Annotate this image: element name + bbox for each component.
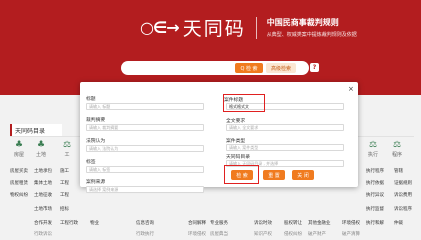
tag-field[interactable]: 请输入 标签 bbox=[86, 166, 204, 173]
search-button[interactable]: Q 检 索 bbox=[235, 63, 263, 73]
catalog-item[interactable]: 工程 bbox=[60, 192, 69, 198]
catalog-item[interactable]: 合同解释 bbox=[188, 220, 206, 226]
catalog-item[interactable]: 专业服务 bbox=[210, 220, 228, 226]
catalog-item[interactable]: 房屋租赁 bbox=[10, 180, 28, 186]
catalog-item[interactable]: 房屋买卖 bbox=[10, 168, 28, 174]
catalog-item[interactable]: 集体土地 bbox=[34, 180, 52, 186]
catalog-item[interactable]: 执行监督 bbox=[366, 206, 384, 212]
catalog-item[interactable]: 执行依据 bbox=[366, 180, 384, 186]
catalog-item[interactable]: 招标 bbox=[60, 206, 69, 212]
logo-mark-icon: ○∈→ bbox=[140, 18, 180, 37]
close-icon[interactable]: × bbox=[348, 85, 354, 93]
case-source-label: 案例来源 bbox=[86, 180, 106, 185]
category-execution[interactable]: ⚖ 执行 bbox=[362, 140, 384, 158]
category-label: 执行 bbox=[367, 152, 378, 158]
catalog-item[interactable]: 管辖 bbox=[394, 168, 403, 174]
catalog-item[interactable]: 物权纠纷 bbox=[10, 192, 28, 198]
catalog-item[interactable]: 破产清算 bbox=[342, 231, 360, 237]
catalog-item[interactable]: 土地承包 bbox=[34, 168, 52, 174]
execution-category-icon: ⚖ bbox=[368, 140, 378, 150]
site-logo[interactable]: ○∈→ 天同码 中国民商事裁判规则 从典型、权威类案中提炼裁判规则及依据 bbox=[140, 14, 357, 41]
catalog-item[interactable]: 执行异议 bbox=[366, 192, 384, 198]
highlight-box bbox=[223, 94, 265, 112]
catalog-item[interactable]: 土地市场 bbox=[34, 206, 52, 212]
catalog-item[interactable]: 诉讼程序 bbox=[394, 206, 412, 212]
catalog-item[interactable]: 环境侵权 bbox=[188, 231, 206, 237]
catalog-item[interactable]: 知识产权 bbox=[254, 231, 272, 237]
catalog-tab[interactable]: 天同码目录 bbox=[10, 124, 62, 136]
summary-label: 裁判摘要 bbox=[86, 118, 106, 123]
category-label: 程序 bbox=[391, 152, 402, 158]
full-text-label: 全文要求 bbox=[226, 119, 246, 124]
construction-category-icon: ⚖ bbox=[62, 140, 72, 150]
procedure-category-icon: ⚖ bbox=[392, 140, 402, 150]
title-label: 标题 bbox=[86, 97, 96, 102]
hero-banner: ○∈→ 天同码 中国民商事裁判规则 从典型、权威类案中提炼裁判规则及依据 bbox=[0, 0, 421, 95]
highlight-box bbox=[224, 165, 259, 184]
subtitle-line1: 中国民商事裁判规则 bbox=[266, 17, 339, 27]
case-type-field[interactable]: 请输入 案件类型 bbox=[226, 144, 344, 151]
catalog-item[interactable]: 其他金融业 bbox=[308, 220, 331, 226]
logo-divider bbox=[255, 16, 257, 39]
summary-field[interactable]: 请输入 裁判摘要 bbox=[86, 124, 204, 131]
catalog-item[interactable]: 执行和解 bbox=[366, 220, 384, 226]
category-label: 土地 bbox=[35, 152, 46, 158]
close-button[interactable]: 关 闭 bbox=[292, 170, 314, 180]
advanced-search-dialog: × 标题 请输入 标题 裁判摘要 请输入 裁判摘要 法院认为 请输入 法院认为 … bbox=[80, 82, 358, 187]
catalog-item[interactable]: 工程行政 bbox=[60, 220, 78, 226]
catalog-item[interactable]: 信息咨询 bbox=[136, 220, 154, 226]
catalog-item[interactable]: 土地征收 bbox=[34, 192, 52, 198]
category-house[interactable]: ♣ 房屋 bbox=[8, 140, 30, 158]
catalog-item[interactable]: 证据规则 bbox=[394, 180, 412, 186]
tag-label: 标签 bbox=[86, 160, 96, 165]
catalog-item[interactable]: 物业 bbox=[90, 220, 99, 226]
catalog-item[interactable]: 合作开发 bbox=[34, 220, 52, 226]
house-category-icon: ♣ bbox=[14, 140, 24, 150]
catalog-item[interactable]: 诉讼费用 bbox=[394, 192, 412, 198]
catalog-item[interactable]: 行政执行 bbox=[136, 231, 154, 237]
catalog-item[interactable]: 施工 bbox=[60, 168, 69, 174]
subtitle-line2: 从典型、权威类案中提炼裁判规则及依据 bbox=[266, 32, 357, 38]
category-procedure[interactable]: ⚖ 程序 bbox=[386, 140, 408, 158]
title-field[interactable]: 请输入 标题 bbox=[86, 103, 204, 110]
catalog-item[interactable]: 股权转让 bbox=[284, 220, 302, 226]
advanced-search-button[interactable]: 高级检索 bbox=[266, 63, 296, 73]
category-label: 房屋 bbox=[13, 152, 24, 158]
full-text-field[interactable]: 请输入 全文要求 bbox=[226, 124, 344, 131]
logo-subtitle: 中国民商事裁判规则 从典型、权威类案中提炼裁判规则及依据 bbox=[267, 17, 357, 38]
catalog-item[interactable]: 房屋典当 bbox=[210, 231, 228, 237]
logo-text: 天同码 bbox=[182, 18, 246, 40]
case-type-label: 案件类型 bbox=[226, 139, 246, 144]
help-button[interactable]: ? bbox=[310, 63, 319, 72]
category-construction[interactable]: ⚖ 工 bbox=[56, 140, 78, 158]
land-category-icon: ♣ bbox=[36, 140, 46, 150]
catalog-item[interactable]: 工程 bbox=[60, 180, 69, 186]
reset-button[interactable]: 重 置 bbox=[263, 170, 285, 180]
court-opinion-label: 法院认为 bbox=[86, 139, 106, 144]
case-source-select[interactable]: 请选择 案例来源 bbox=[86, 186, 204, 193]
category-land[interactable]: ♣ 土地 bbox=[30, 140, 52, 158]
court-opinion-field[interactable]: 请输入 法院认为 bbox=[86, 145, 204, 152]
catalog-item[interactable]: 破产财产 bbox=[308, 231, 326, 237]
catalog-item[interactable]: 行政诉讼 bbox=[34, 231, 52, 237]
catalog-item[interactable]: 仲裁 bbox=[394, 220, 403, 226]
catalog-item[interactable]: 诉讼时效 bbox=[254, 220, 272, 226]
catalog-item[interactable]: 侵权纠纷 bbox=[284, 231, 302, 237]
category-label: 工 bbox=[64, 152, 70, 158]
catalog-item[interactable]: 环境侵权 bbox=[342, 220, 360, 226]
catalog-item[interactable]: 执行程序 bbox=[366, 168, 384, 174]
catalog-label: 天同码目录 bbox=[226, 155, 250, 160]
